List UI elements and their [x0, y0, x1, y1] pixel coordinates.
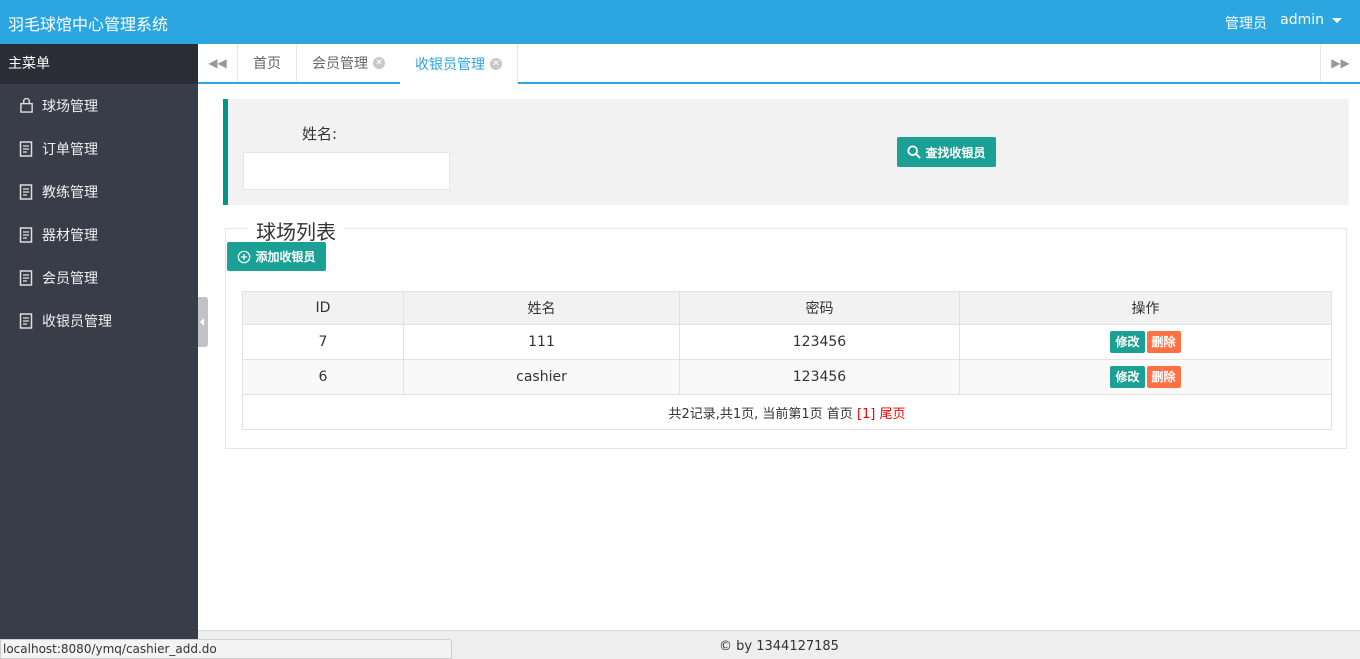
delete-button[interactable]: 删除: [1146, 331, 1181, 353]
cell-actions: 修改 删除: [959, 359, 1332, 395]
tab-label: 会员管理: [312, 56, 368, 72]
sidebar-item-label: 器材管理: [42, 227, 98, 244]
list-legend: 球场列表: [248, 216, 344, 245]
search-panel: 姓名: 查找收银员: [223, 99, 1349, 205]
close-icon[interactable]: ✕: [490, 58, 502, 70]
username: admin: [1280, 12, 1324, 28]
list-fieldset: 球场列表 添加收银员 ID 姓名 密码 操作 7 111 123456 修改 删除: [225, 216, 1347, 449]
tab-bar: ◀◀ 首页 会员管理 ✕ 收银员管理 ✕ ▶▶: [198, 44, 1360, 84]
pagination: 共2记录,共1页, 当前第1页 首页 [1] 尾页: [242, 394, 1332, 430]
search-cashier-button[interactable]: 查找收银员: [897, 137, 996, 167]
cell-actions: 修改 删除: [959, 324, 1332, 360]
document-icon: [18, 226, 34, 243]
name-input[interactable]: [243, 152, 450, 190]
document-icon: [18, 312, 34, 329]
sidebar-item-coaches[interactable]: 教练管理: [0, 170, 198, 213]
document-icon: [18, 269, 34, 286]
column-header-id: ID: [242, 291, 404, 325]
sidebar-item-cashiers[interactable]: 收银员管理: [0, 299, 198, 342]
tab-cashiers[interactable]: 收银员管理 ✕: [400, 44, 518, 84]
caret-down-icon: [1332, 17, 1342, 23]
document-icon: [18, 140, 34, 157]
name-label: 姓名:: [302, 125, 338, 143]
column-header-name: 姓名: [403, 291, 680, 325]
column-header-password: 密码: [679, 291, 960, 325]
pagination-row: 共2记录,共1页, 当前第1页 首页 [1] 尾页: [242, 394, 1332, 430]
pagination-summary: 共2记录,共1页, 当前第1页 首页: [668, 406, 853, 422]
tab-home[interactable]: 首页: [238, 44, 297, 82]
page-link-current[interactable]: [1]: [857, 407, 875, 422]
cashier-table: ID 姓名 密码 操作 7 111 123456 修改 删除 6 cashier …: [242, 291, 1332, 430]
sidebar-item-label: 球场管理: [42, 98, 98, 115]
tab-scroll-right-icon[interactable]: ▶▶: [1320, 44, 1360, 82]
tab-scroll-left-icon[interactable]: ◀◀: [198, 44, 238, 82]
top-header: 羽毛球馆中心管理系统 管理员 admin: [0, 0, 1360, 44]
sidebar-item-label: 教练管理: [42, 184, 98, 201]
sidebar-item-label: 会员管理: [42, 270, 98, 287]
tab-label: 首页: [253, 56, 281, 72]
edit-button[interactable]: 修改: [1110, 366, 1145, 388]
search-button-label: 查找收银员: [925, 145, 986, 160]
page-link-last[interactable]: 尾页: [880, 407, 906, 422]
add-button-label: 添加收银员: [255, 250, 316, 264]
plus-circle-icon: [238, 250, 251, 263]
cell-id: 7: [242, 324, 404, 360]
sidebar-item-label: 订单管理: [42, 141, 98, 158]
tab-members[interactable]: 会员管理 ✕: [297, 44, 401, 82]
cell-name: 111: [403, 324, 680, 360]
cell-id: 6: [242, 359, 404, 395]
bag-icon: [18, 98, 34, 114]
role-label: 管理员: [1225, 16, 1267, 32]
table-row: 7 111 123456 修改 删除: [242, 324, 1332, 360]
table-header-row: ID 姓名 密码 操作: [242, 291, 1332, 325]
browser-status-url: localhost:8080/ymq/cashier_add.do: [0, 639, 452, 659]
sidebar: 主菜单 球场管理 订单管理 教练管理 器材管理 会员管理 收银员管理: [0, 44, 198, 659]
cell-name: cashier: [403, 359, 680, 395]
sidebar-item-equipment[interactable]: 器材管理: [0, 213, 198, 256]
table-row: 6 cashier 123456 修改 删除: [242, 359, 1332, 395]
sidebar-item-members[interactable]: 会员管理: [0, 256, 198, 299]
cell-password: 123456: [679, 359, 960, 395]
edit-button[interactable]: 修改: [1110, 331, 1145, 353]
cell-password: 123456: [679, 324, 960, 360]
sidebar-item-label: 收银员管理: [42, 313, 112, 330]
sidebar-heading: 主菜单: [0, 44, 198, 84]
column-header-actions: 操作: [959, 291, 1332, 325]
document-icon: [18, 183, 34, 200]
search-icon: [907, 145, 922, 159]
add-cashier-button[interactable]: 添加收银员: [227, 242, 326, 271]
sidebar-item-orders[interactable]: 订单管理: [0, 127, 198, 170]
close-icon[interactable]: ✕: [373, 57, 385, 69]
user-menu[interactable]: admin: [1280, 12, 1342, 28]
delete-button[interactable]: 删除: [1146, 366, 1181, 388]
app-title: 羽毛球馆中心管理系统: [8, 15, 169, 34]
tab-label: 收银员管理: [415, 57, 485, 73]
sidebar-item-courts[interactable]: 球场管理: [0, 84, 198, 127]
sidebar-collapse-handle[interactable]: [198, 297, 208, 347]
